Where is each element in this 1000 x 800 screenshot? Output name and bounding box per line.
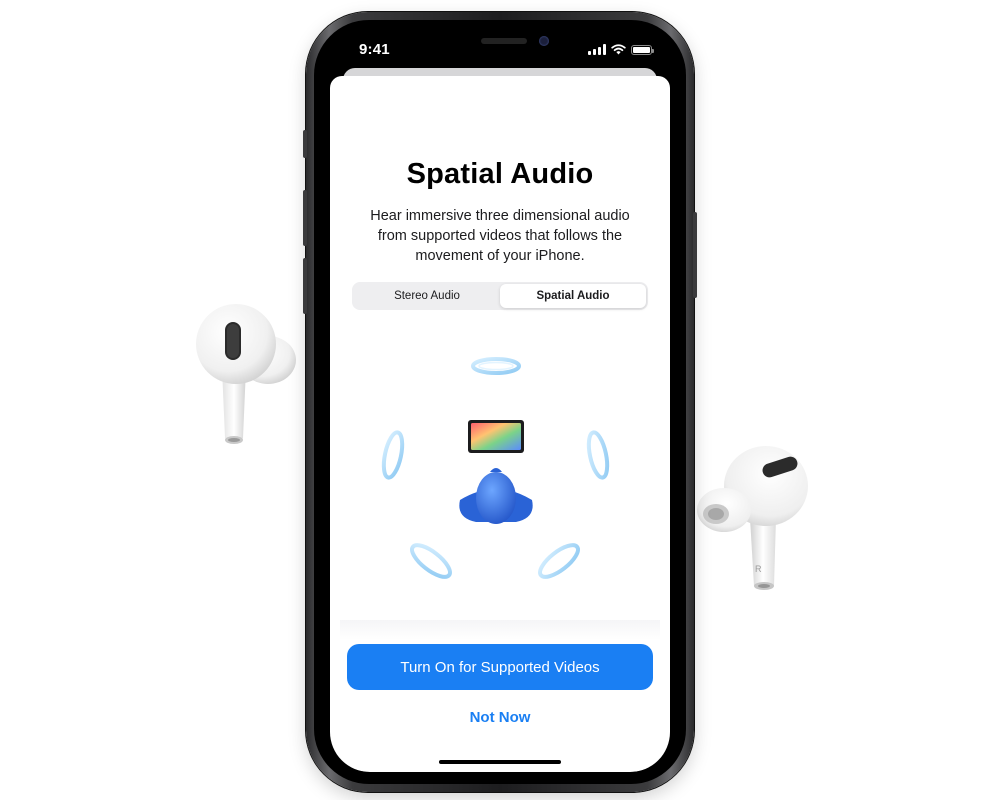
- sound-ring-right: [586, 430, 610, 480]
- notch: [425, 32, 575, 60]
- right-airpod-marking: R: [755, 564, 762, 574]
- left-airpod-image: [196, 304, 296, 444]
- sound-ring-bottom-left: [410, 543, 452, 579]
- status-time: 9:41: [359, 41, 390, 58]
- not-now-button[interactable]: Not Now: [330, 704, 670, 730]
- iphone-device: 9:41 Spatial Audio Hear immersive three …: [303, 12, 697, 792]
- battery-icon: [631, 44, 654, 55]
- sheet-title: Spatial Audio: [406, 158, 594, 190]
- earpiece-speaker: [481, 38, 527, 44]
- audio-mode-segmented-control: Stereo Audio Spatial Audio: [352, 282, 648, 310]
- wifi-icon: [611, 44, 626, 55]
- listener-head-graphic: [459, 468, 533, 524]
- description-line: Hear immersive three dimensional audio: [370, 208, 630, 224]
- product-stage: R 9:41 Spatial Audio Hear immersive thre…: [0, 0, 1000, 800]
- sheet-description: Hear immersive three dimensional audio f…: [348, 206, 652, 266]
- side-button: [693, 212, 697, 298]
- spatial-audio-illustration: [381, 357, 610, 579]
- sound-ring-left: [381, 430, 405, 480]
- button-area-divider: [340, 620, 660, 640]
- sound-ring-top: [471, 357, 521, 375]
- spatial-audio-sheet: Spatial Audio Hear immersive three dimen…: [330, 76, 670, 772]
- volume-down-button: [303, 258, 307, 314]
- segment-stereo-audio[interactable]: Stereo Audio: [354, 284, 500, 308]
- turn-on-button[interactable]: Turn On for Supported Videos: [347, 644, 653, 690]
- phone-screen: 9:41 Spatial Audio Hear immersive three …: [326, 32, 674, 772]
- segment-spatial-audio[interactable]: Spatial Audio: [500, 284, 646, 308]
- home-indicator[interactable]: [439, 760, 561, 764]
- ipad-screen-graphic: [468, 420, 524, 453]
- silent-switch: [303, 130, 307, 158]
- sound-ring-bottom-right: [538, 543, 580, 579]
- description-line: movement of your iPhone.: [415, 248, 585, 264]
- front-camera: [539, 36, 549, 46]
- cellular-signal-icon: [588, 44, 606, 55]
- right-airpod-image: R: [697, 446, 808, 590]
- status-icons: [588, 44, 654, 55]
- volume-up-button: [303, 190, 307, 246]
- description-line: from supported videos that follows the: [377, 228, 623, 244]
